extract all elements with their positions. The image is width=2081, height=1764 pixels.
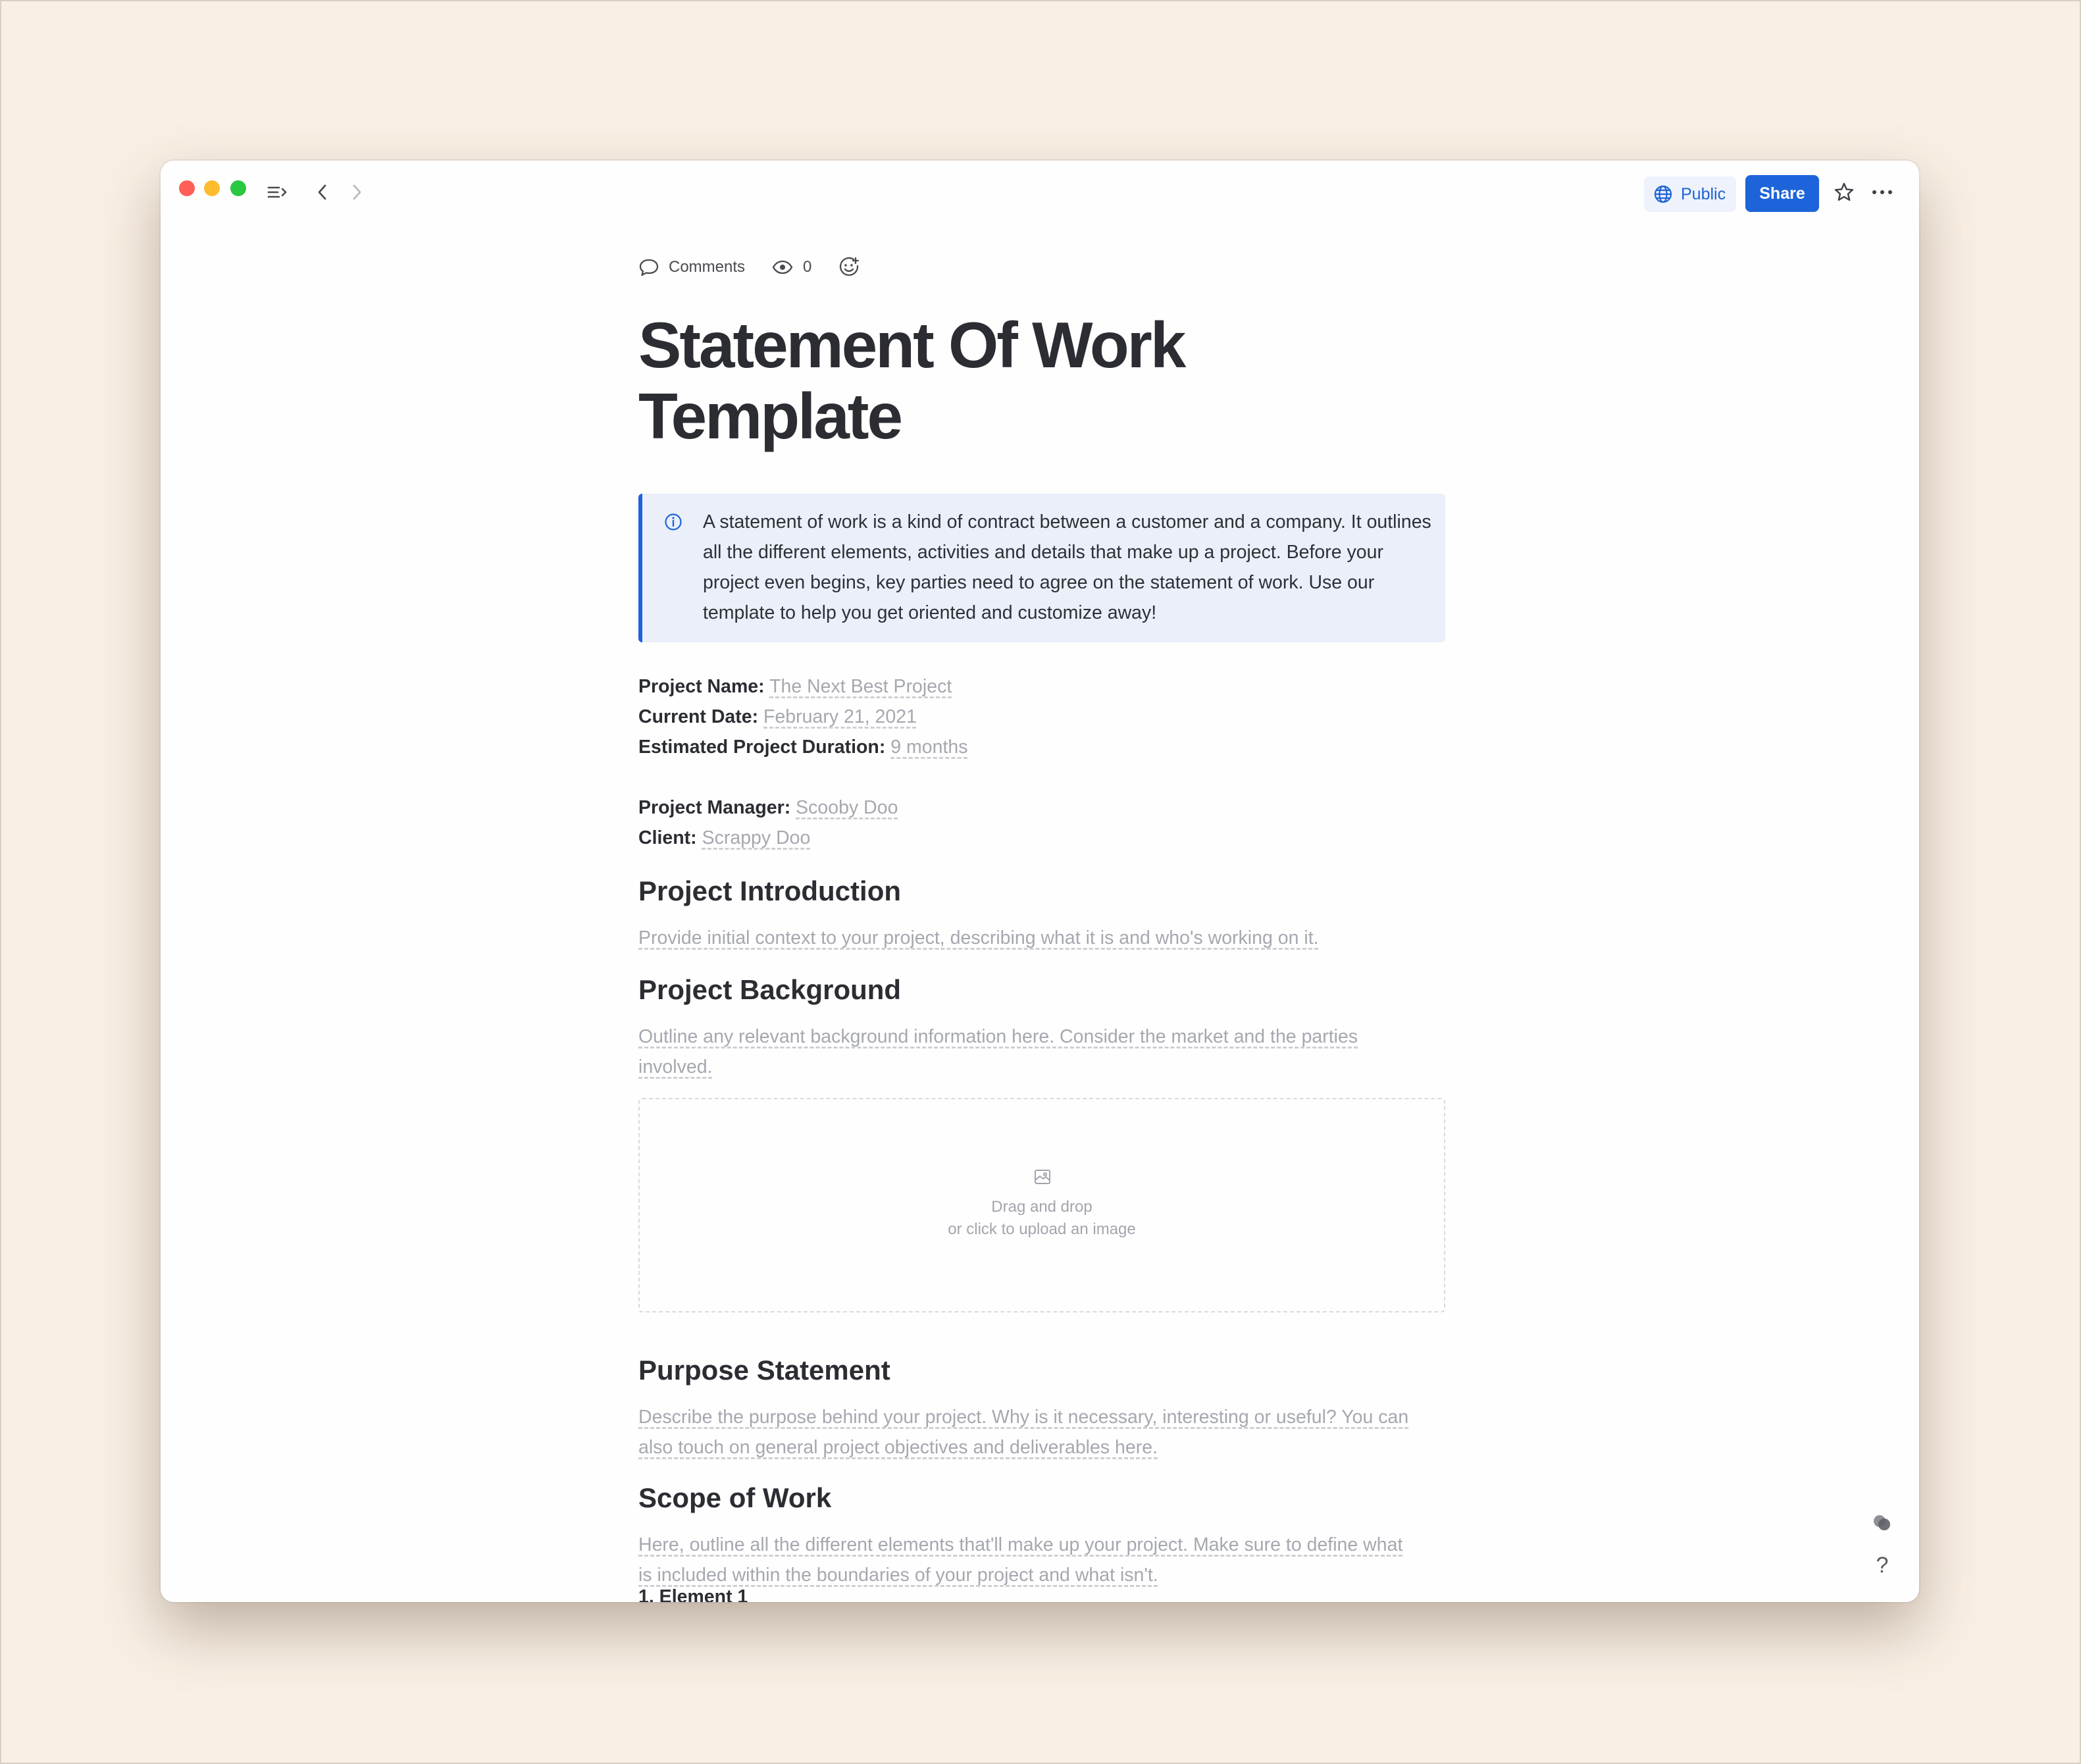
share-button[interactable]: Share [1745, 175, 1819, 212]
app-window: Public Share Comments 0 Statement Of Wor… [161, 161, 1919, 1602]
sidebar-toggle-icon[interactable] [266, 180, 290, 204]
title-line-2: Template [638, 380, 903, 452]
intro-placeholder[interactable]: Provide initial context to your project,… [638, 923, 1445, 953]
scope-text-line-2: is included within the boundaries of you… [638, 1565, 1158, 1586]
doc-meta-row: Comments 0 [638, 254, 886, 280]
public-button[interactable]: Public [1644, 176, 1736, 212]
views-counter: 0 [771, 258, 811, 276]
callout-text: A statement of work is a kind of contrac… [703, 511, 1431, 623]
field-label: Estimated Project Duration: [638, 737, 886, 758]
more-options-icon[interactable] [1870, 180, 1894, 204]
dropzone-line-1: Drag and drop [991, 1198, 1092, 1216]
heading-project-background[interactable]: Project Background [638, 974, 901, 1006]
field-project-manager: Project Manager: Scooby Doo [638, 792, 898, 823]
heading-project-introduction[interactable]: Project Introduction [638, 875, 901, 907]
purpose-text-line-1: Describe the purpose behind your project… [638, 1407, 1409, 1428]
close-window-button[interactable] [179, 180, 195, 196]
add-reaction-button[interactable] [838, 256, 860, 278]
info-icon [665, 513, 682, 531]
emoji-add-icon [840, 257, 860, 276]
field-label: Project Name: [638, 676, 765, 697]
globe-icon [1654, 185, 1672, 203]
forward-arrow-icon[interactable] [345, 180, 369, 204]
field-label: Project Manager: [638, 797, 791, 818]
public-label: Public [1681, 184, 1726, 203]
help-button[interactable]: ? [1869, 1551, 1895, 1580]
eye-icon [772, 260, 793, 274]
background-text-line-2: involved. [638, 1056, 713, 1077]
image-dropzone[interactable]: Drag and drop or click to upload an imag… [638, 1098, 1445, 1312]
field-value[interactable]: The Next Best Project [769, 676, 952, 697]
background-placeholder[interactable]: Outline any relevant background informat… [638, 1022, 1445, 1082]
image-icon [1035, 1170, 1050, 1184]
heading-purpose-statement[interactable]: Purpose Statement [638, 1355, 890, 1386]
back-arrow-icon[interactable] [311, 180, 334, 204]
project-fields-2: Project Manager: Scooby Doo Client: Scra… [638, 792, 898, 853]
scope-placeholder[interactable]: Here, outline all the different elements… [638, 1530, 1445, 1590]
scope-list-item[interactable]: 1. Element 1 [638, 1586, 748, 1602]
collaborators-icon[interactable] [1869, 1510, 1895, 1536]
field-label: Client: [638, 827, 697, 848]
comments-label: Comments [669, 258, 746, 276]
title-line-1: Statement Of Work [638, 309, 1186, 381]
field-client: Client: Scrappy Doo [638, 823, 898, 853]
heading-scope-of-work[interactable]: Scope of Work [638, 1482, 831, 1514]
field-label: Current Date: [638, 706, 759, 727]
field-value[interactable]: 9 months [890, 737, 967, 758]
field-value[interactable]: Scrappy Doo [702, 827, 811, 848]
field-value[interactable]: February 21, 2021 [763, 706, 917, 727]
field-project-name: Project Name: The Next Best Project [638, 671, 967, 702]
minimize-window-button[interactable] [204, 180, 220, 196]
field-current-date: Current Date: February 21, 2021 [638, 702, 967, 732]
dropzone-line-2: or click to upload an image [948, 1220, 1136, 1238]
zoom-window-button[interactable] [230, 180, 246, 196]
scope-text-line-1: Here, outline all the different elements… [638, 1534, 1403, 1555]
comment-icon [639, 259, 659, 276]
info-callout[interactable]: A statement of work is a kind of contrac… [638, 494, 1445, 642]
field-value[interactable]: Scooby Doo [796, 797, 898, 818]
star-icon[interactable] [1832, 180, 1856, 204]
intro-text: Provide initial context to your project,… [638, 927, 1319, 948]
page-title[interactable]: Statement Of Work Template [638, 309, 1362, 452]
field-duration: Estimated Project Duration: 9 months [638, 732, 967, 762]
project-fields-1: Project Name: The Next Best Project Curr… [638, 671, 967, 762]
purpose-text-line-2: also touch on general project objectives… [638, 1437, 1158, 1458]
comments-button[interactable]: Comments [638, 257, 745, 277]
views-count: 0 [803, 258, 812, 276]
purpose-placeholder[interactable]: Describe the purpose behind your project… [638, 1402, 1445, 1463]
background-text-line-1: Outline any relevant background informat… [638, 1026, 1358, 1047]
